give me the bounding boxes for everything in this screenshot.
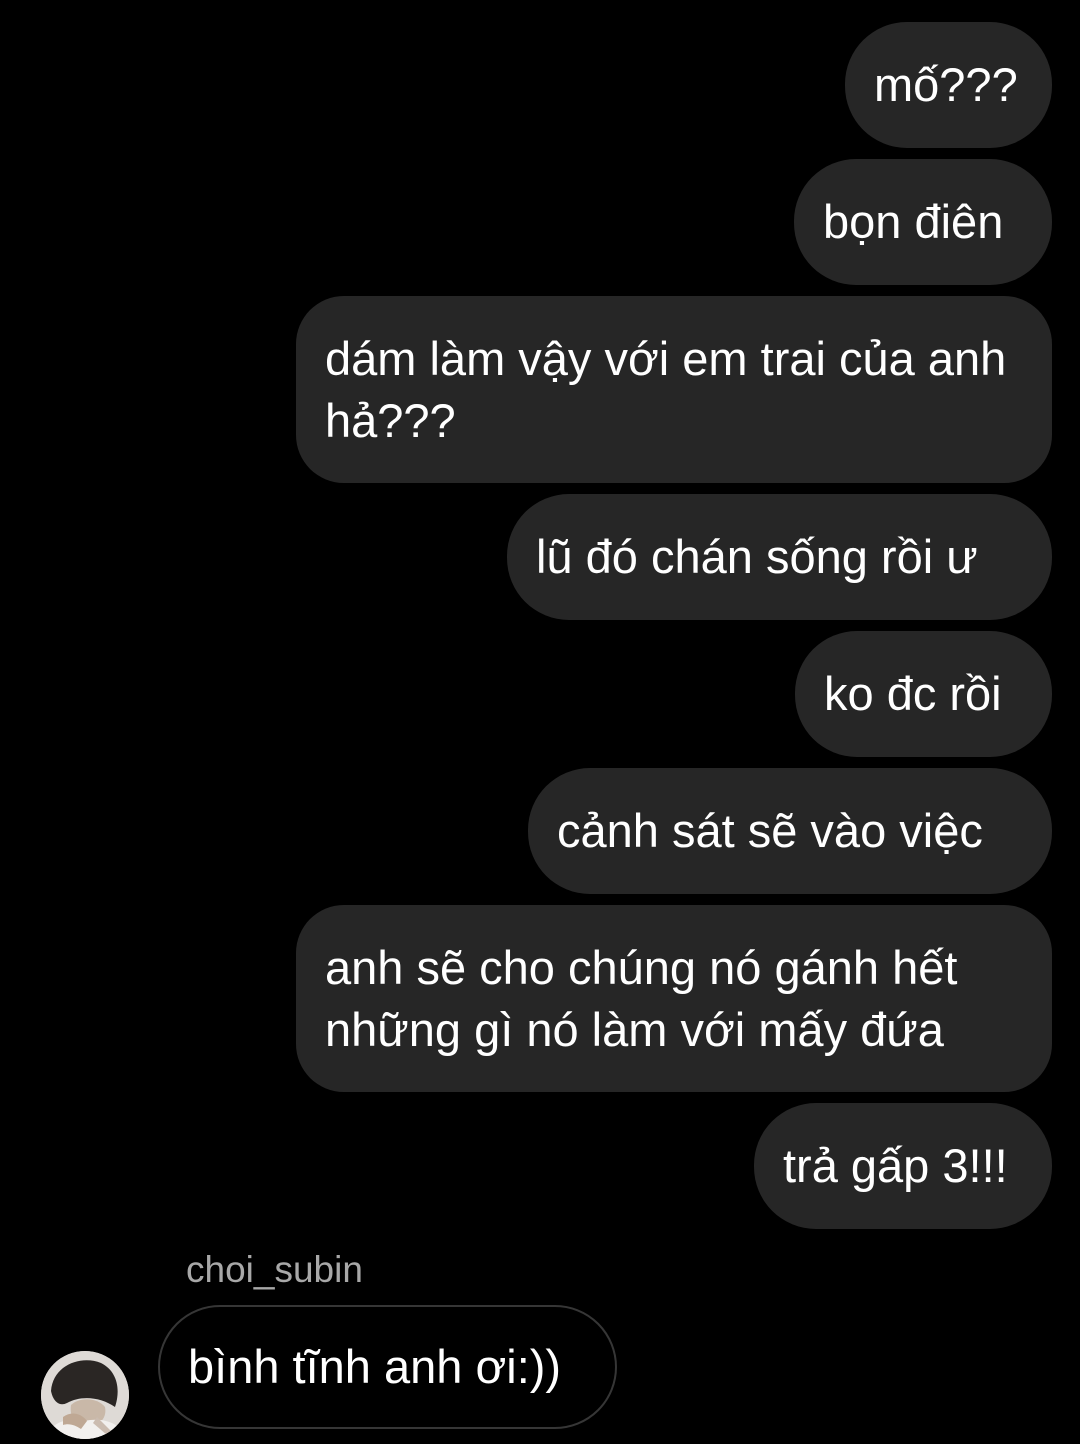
message-text: anh sẽ cho chúng nó gánh hết những gì nó… [325, 941, 958, 1056]
sender-username[interactable]: choi_subin [186, 1248, 363, 1292]
message-text: bình tĩnh anh ơi:)) [188, 1340, 562, 1393]
message-text: mố??? [874, 58, 1018, 111]
message-text: lũ đó chán sống rồi ư [536, 530, 978, 583]
outgoing-message[interactable]: trả gấp 3!!! [754, 1103, 1052, 1229]
outgoing-message[interactable]: ko đc rồi [795, 631, 1052, 757]
incoming-message[interactable]: bình tĩnh anh ơi:)) [158, 1305, 617, 1429]
message-text: dám làm vậy với em trai của anh hả??? [325, 332, 1007, 447]
message-text: ko đc rồi [824, 667, 1002, 720]
outgoing-message[interactable]: anh sẽ cho chúng nó gánh hết những gì nó… [296, 905, 1052, 1092]
message-text: cảnh sát sẽ vào việc [557, 804, 983, 857]
message-text: trả gấp 3!!! [783, 1139, 1008, 1192]
message-text: bọn điên [823, 195, 1004, 248]
outgoing-message[interactable]: dám làm vậy với em trai của anh hả??? [296, 296, 1052, 483]
outgoing-message[interactable]: cảnh sát sẽ vào việc [528, 768, 1052, 894]
outgoing-message[interactable]: lũ đó chán sống rồi ư [507, 494, 1052, 620]
outgoing-message[interactable]: bọn điên [794, 159, 1052, 285]
outgoing-message[interactable]: mố??? [845, 22, 1052, 148]
profile-avatar-icon[interactable] [41, 1351, 129, 1439]
avatar-image [41, 1351, 129, 1439]
